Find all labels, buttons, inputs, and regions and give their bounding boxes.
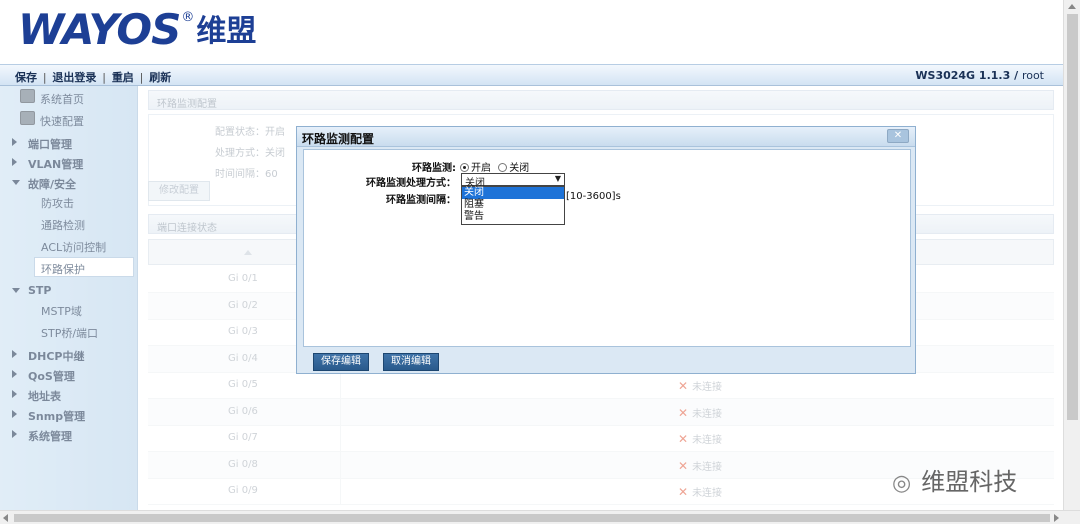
scroll-up-icon[interactable] — [1068, 4, 1076, 9]
wechat-icon: ◎ — [892, 471, 912, 496]
vertical-scrollbar[interactable] — [1063, 0, 1080, 510]
scroll-thumb[interactable] — [14, 514, 1050, 522]
method-options-list: 关闭 阻塞 警告 — [461, 186, 565, 225]
method-select[interactable]: 关闭 ▼ — [461, 173, 565, 189]
header: WAYOS ® 维盟 — [0, 0, 1080, 64]
radio-on-icon[interactable] — [460, 163, 469, 172]
device-version: WS3024G 1.1.3 / — [915, 69, 1019, 82]
refresh-link[interactable]: 刷新 — [149, 71, 171, 84]
logo-registered-mark: ® — [181, 10, 195, 25]
dialog-body: 环路监测: 开启 关闭 环路监测处理方式： 关闭 ▼ 关闭 阻塞 警告 环路监测… — [303, 149, 911, 347]
radio-off-icon[interactable] — [498, 163, 508, 172]
scroll-right-icon[interactable] — [1054, 514, 1059, 522]
scroll-thumb[interactable] — [1067, 14, 1078, 420]
save-link[interactable]: 保存 — [15, 71, 37, 84]
watermark-text: 维盟科技 — [921, 468, 1018, 496]
save-edit-button[interactable]: 保存编辑 — [313, 353, 369, 371]
logout-link[interactable]: 退出登录 — [52, 71, 96, 84]
top-toolbar: 保存 | 退出登录 | 重启 | 刷新 WS3024G 1.1.3 / root — [0, 64, 1080, 86]
logo-chinese: 维盟 — [196, 14, 257, 49]
interval-range: [10-3600]s — [566, 191, 621, 202]
monitor-radio-group: 开启 关闭 — [460, 159, 529, 174]
dialog-title: 环路监测配置 — [302, 132, 375, 146]
reboot-link[interactable]: 重启 — [112, 71, 134, 84]
scroll-left-icon[interactable] — [3, 514, 8, 522]
wechat-watermark: ◎ 维盟科技 — [892, 462, 1017, 497]
toolbar-separator: | — [139, 71, 144, 84]
toolbar-actions: 保存 | 退出登录 | 重启 | 刷新 — [15, 69, 171, 85]
logo-brand: WAYOS — [18, 5, 181, 54]
horizontal-scrollbar[interactable] — [0, 510, 1080, 524]
toolbar-separator: | — [42, 71, 47, 84]
method-label: 环路监测处理方式： — [366, 178, 456, 189]
cancel-edit-button[interactable]: 取消编辑 — [383, 353, 439, 371]
version-info: WS3024G 1.1.3 / root — [915, 69, 1044, 82]
loop-monitor-dialog: 环路监测配置 ✕ 环路监测: 开启 关闭 环路监测处理方式： 关闭 ▼ 关闭 阻… — [296, 126, 916, 374]
wayos-logo: WAYOS ® 维盟 — [18, 8, 256, 52]
close-icon[interactable]: ✕ — [887, 129, 909, 143]
dialog-title-bar: 环路监测配置 ✕ — [297, 127, 915, 147]
method-option[interactable]: 警告 — [462, 211, 564, 223]
current-user[interactable]: root — [1022, 69, 1044, 82]
toolbar-separator: | — [102, 71, 106, 84]
monitor-label: 环路监测: — [412, 163, 456, 174]
interval-label: 环路监测间隔： — [386, 195, 456, 206]
method-option[interactable]: 关闭 — [462, 187, 564, 199]
method-option[interactable]: 阻塞 — [462, 199, 564, 211]
dropdown-arrow-icon: ▼ — [554, 174, 561, 183]
